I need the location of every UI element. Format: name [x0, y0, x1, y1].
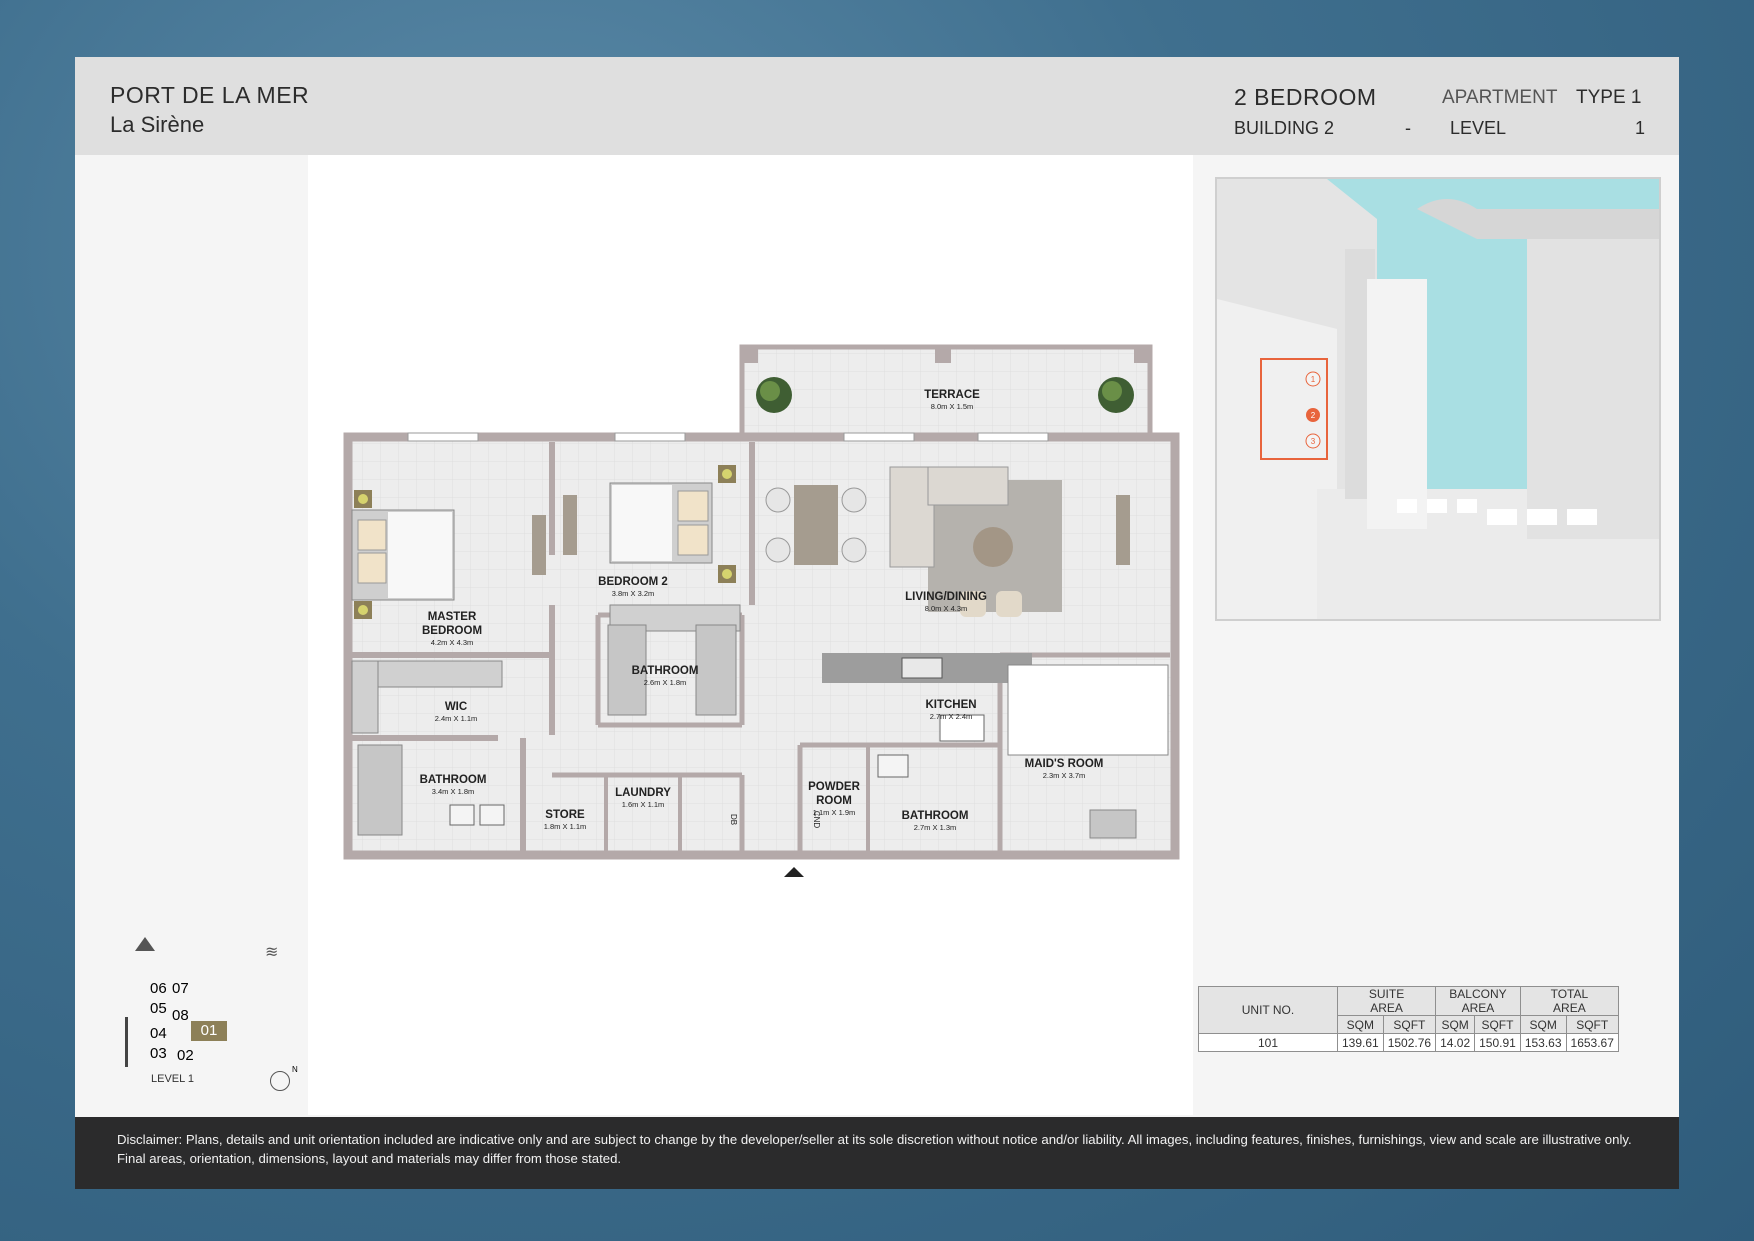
room-wic-dims: 2.4m X 1.1m — [434, 714, 478, 723]
total-sqft-value: 1653.67 — [1565, 1033, 1619, 1052]
room-laundry-name: LAUNDRY — [615, 787, 671, 799]
key-unit-01-selected: 01 — [191, 1021, 227, 1041]
area-table: UNIT NO. SUITE AREA BALCONY AREA TOTAL AREA… — [1198, 986, 1619, 1052]
key-unit-02: 02 — [177, 1047, 194, 1064]
site-plan-drawing: 1 2 3 — [1217, 179, 1659, 619]
north-arrow-icon — [270, 1071, 290, 1091]
room-maids-room-dims: 2.3m X 3.7m — [1042, 771, 1086, 780]
total-sqft-header: SQFT — [1565, 1015, 1619, 1034]
room-bedroom-2-dims: 3.8m X 3.2m — [611, 589, 655, 598]
room-maid-bathroom: BATHROOM 2.7m X 1.3m — [890, 809, 980, 832]
room-master-bedroom: MASTER BEDROOM 4.2m X 4.3m — [412, 610, 492, 647]
site-building-3: 3 — [1311, 437, 1316, 446]
room-master-bathroom: BATHROOM 3.4m X 1.8m — [408, 773, 498, 796]
key-unit-08: 08 — [172, 1007, 189, 1024]
balcony-area-line2: AREA — [1461, 1001, 1495, 1015]
room-store-name: STORE — [545, 809, 585, 821]
project-title: PORT DE LA MER — [110, 82, 310, 108]
unit-number: 101 — [1198, 1033, 1338, 1052]
room-master-bedroom-name: MASTER BEDROOM — [421, 611, 483, 637]
level-label: LEVEL — [1450, 118, 1507, 138]
balcony-sqft-value: 150.91 — [1474, 1033, 1521, 1052]
room-terrace-name: TERRACE — [924, 389, 980, 401]
key-unit-07: 07 — [172, 980, 189, 997]
building-name: La Sirène — [110, 112, 205, 137]
key-level-label: LEVEL 1 — [151, 1073, 195, 1085]
north-label: N — [292, 1065, 298, 1074]
room-master-bedroom-dims: 4.2m X 4.3m — [430, 638, 474, 647]
room-wic-name: WIC — [444, 701, 468, 713]
room-kitchen-name: KITCHEN — [925, 699, 977, 711]
unit-type: 2 BEDROOM — [1234, 84, 1377, 110]
label-cnd: CND — [812, 810, 822, 829]
room-laundry: LAUNDRY 1.6m X 1.1m — [608, 786, 678, 809]
room-maids-room-name: MAID'S ROOM — [1024, 758, 1104, 770]
key-unit-03: 03 — [150, 1045, 167, 1062]
room-powder-name: POWDER ROOM — [808, 781, 860, 807]
total-area-line2: AREA — [1553, 1001, 1586, 1015]
key-unit-06: 06 — [150, 980, 167, 997]
suite-sqft-value: 1502.76 — [1382, 1033, 1437, 1052]
room-bathroom-2-dims: 2.6m X 1.8m — [643, 678, 687, 687]
room-bedroom-2: BEDROOM 2 3.8m X 3.2m — [588, 575, 678, 598]
room-kitchen-dims: 2.7m X 2.4m — [929, 712, 973, 721]
total-area-header: TOTAL AREA — [1519, 986, 1619, 1016]
key-unit-05: 05 — [150, 1000, 167, 1017]
room-store: STORE 1.8m X 1.1m — [530, 808, 600, 831]
suite-area-line1: SUITE — [1368, 987, 1405, 1001]
balcony-sqm-value: 14.02 — [1435, 1033, 1476, 1052]
floor-plan-panel: TERRACE 8.0m X 1.5m MASTER BEDROOM 4.2m … — [308, 155, 1193, 1115]
apartment-label: APARTMENT — [1442, 87, 1558, 108]
room-terrace-dims: 8.0m X 1.5m — [930, 402, 974, 411]
key-plan: ≋ 06 07 05 08 04 01 03 02 LEVEL 1 N — [125, 937, 345, 1107]
room-laundry-dims: 1.6m X 1.1m — [621, 800, 665, 809]
room-bathroom-2: BATHROOM 2.6m X 1.8m — [620, 664, 710, 687]
room-maid-bathroom-dims: 2.7m X 1.3m — [913, 823, 957, 832]
room-maids-room: MAID'S ROOM 2.3m X 3.7m — [1016, 757, 1112, 780]
total-sqm-header: SQM — [1519, 1015, 1567, 1034]
total-sqm-value: 153.63 — [1519, 1033, 1567, 1052]
label-db: DB — [729, 813, 739, 826]
suite-area-header: SUITE AREA — [1336, 986, 1437, 1016]
balcony-sqft-header: SQFT — [1474, 1015, 1521, 1034]
unit-no-header: UNIT NO. — [1198, 986, 1338, 1034]
room-bedroom-2-name: BEDROOM 2 — [598, 576, 668, 588]
footer-bar: Disclaimer: Plans, details and unit orie… — [75, 1117, 1679, 1189]
key-unit-04: 04 — [150, 1025, 167, 1042]
building-label: BUILDING 2 — [1234, 118, 1335, 138]
balcony-sqm-header: SQM — [1435, 1015, 1476, 1034]
room-bathroom-2-name: BATHROOM — [631, 665, 699, 677]
type-label: TYPE 1 — [1576, 87, 1642, 108]
room-living-dining: LIVING/DINING 8.0m X 4.3m — [896, 590, 996, 613]
room-master-bathroom-dims: 3.4m X 1.8m — [431, 787, 475, 796]
tower-icon — [125, 1017, 128, 1067]
room-terrace: TERRACE 8.0m X 1.5m — [904, 388, 1000, 411]
balcony-area-header: BALCONY AREA — [1435, 986, 1521, 1016]
room-living-dining-dims: 8.0m X 4.3m — [924, 604, 968, 613]
boat-icon — [135, 937, 155, 951]
room-wic: WIC 2.4m X 1.1m — [416, 700, 496, 723]
disclaimer-text: Disclaimer: Plans, details and unit orie… — [117, 1132, 1632, 1166]
site-building-1: 1 — [1311, 375, 1316, 384]
suite-area-line2: AREA — [1370, 1001, 1403, 1015]
header-bar: PORT DE LA MER La Sirène 2 BEDROOM APART… — [75, 57, 1679, 155]
balcony-area-line1: BALCONY — [1449, 987, 1507, 1001]
suite-sqm-value: 139.61 — [1337, 1033, 1384, 1052]
brochure-sheet: PORT DE LA MER La Sirène 2 BEDROOM APART… — [75, 57, 1679, 1189]
suite-sqft-header: SQFT — [1382, 1015, 1437, 1034]
room-living-dining-name: LIVING/DINING — [905, 591, 987, 603]
room-master-bathroom-name: BATHROOM — [419, 774, 487, 786]
total-area-line1: TOTAL — [1550, 987, 1589, 1001]
room-maid-bathroom-name: BATHROOM — [901, 810, 969, 822]
room-kitchen: KITCHEN 2.7m X 2.4m — [906, 698, 996, 721]
site-plan-map: 1 2 3 — [1215, 177, 1661, 621]
waves-icon: ≋ — [265, 944, 279, 961]
level-value: 1 — [1635, 118, 1646, 138]
site-building-2: 2 — [1311, 411, 1316, 420]
room-store-dims: 1.8m X 1.1m — [543, 822, 587, 831]
suite-sqm-header: SQM — [1337, 1015, 1384, 1034]
header-separator: - — [1405, 118, 1411, 138]
